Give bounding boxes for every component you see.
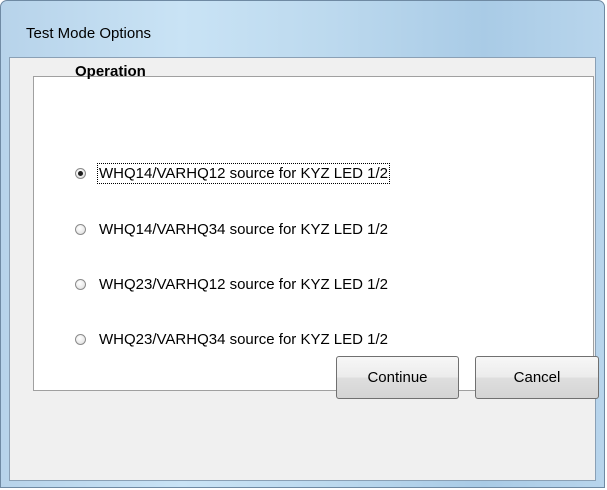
radio-option-whq23-varhq12[interactable]: WHQ23/VARHQ12 source for KYZ LED 1/2 [75,273,389,295]
radio-option-whq14-varhq12[interactable]: WHQ14/VARHQ12 source for KYZ LED 1/2 [75,162,390,184]
operation-group-label: Operation [75,63,146,80]
radio-button-checked[interactable] [75,167,86,179]
radio-label[interactable]: WHQ14/VARHQ12 source for KYZ LED 1/2 [97,162,390,184]
window-title: Test Mode Options [26,25,152,42]
radio-label[interactable]: WHQ23/VARHQ34 source for KYZ LED 1/2 [98,330,389,349]
radio-label[interactable]: WHQ23/VARHQ12 source for KYZ LED 1/2 [98,275,389,294]
radio-button[interactable] [75,223,86,235]
radio-label[interactable]: WHQ14/VARHQ34 source for KYZ LED 1/2 [98,220,389,239]
radio-button[interactable] [75,333,86,345]
dialog-client-area [9,57,596,481]
cancel-button[interactable]: Cancel [475,356,599,399]
dialog-window: Test Mode Options Operation WHQ14/VARHQ1… [0,0,605,488]
continue-button[interactable]: Continue [336,356,459,399]
radio-option-whq14-varhq34[interactable]: WHQ14/VARHQ34 source for KYZ LED 1/2 [75,218,389,240]
title-bar[interactable]: Test Mode Options [1,1,604,57]
radio-option-whq23-varhq34[interactable]: WHQ23/VARHQ34 source for KYZ LED 1/2 [75,328,389,350]
radio-button[interactable] [75,278,86,290]
